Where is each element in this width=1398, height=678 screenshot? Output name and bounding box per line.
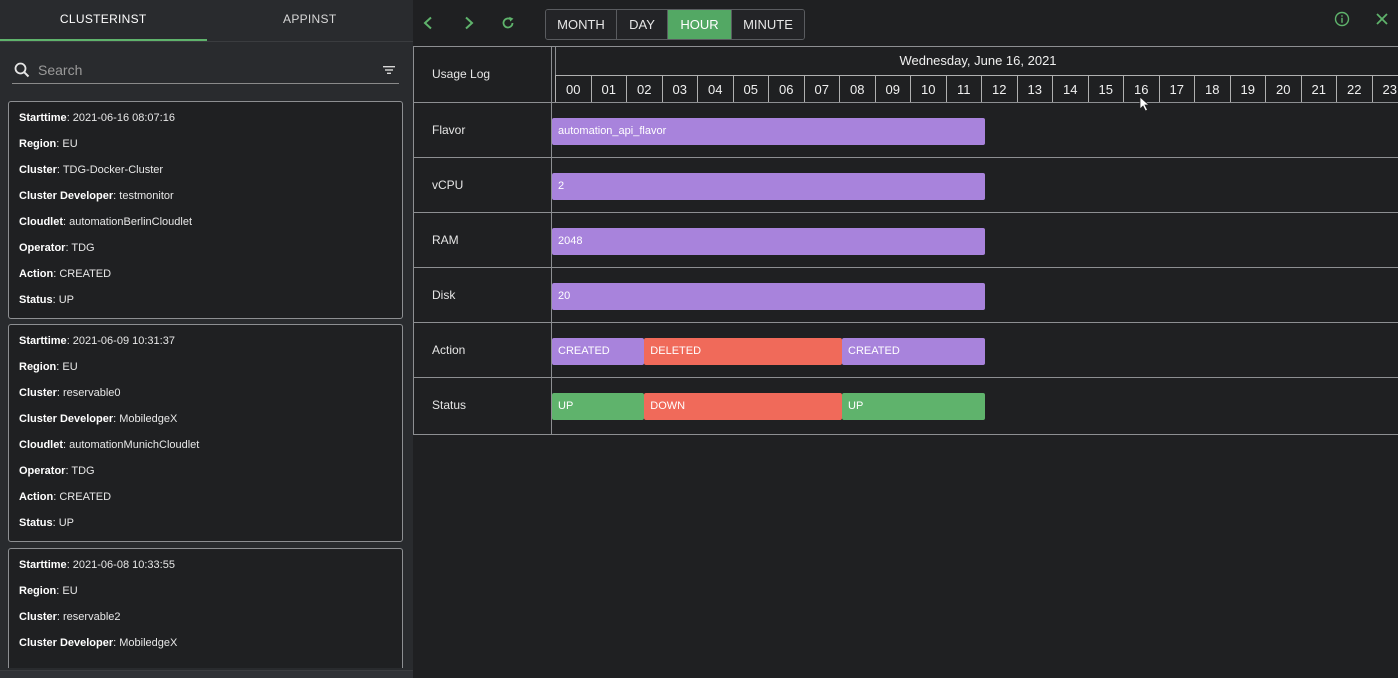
hour-label: 11 [945,75,981,102]
refresh-icon [501,16,515,33]
usage-log-label: Usage Log [432,67,491,81]
card-row: Status: UP [19,294,75,306]
usage-timeline: Usage Log Wednesday, June 16, 2021 00 01 0… [413,46,1398,435]
hour-label: 02 [626,75,662,102]
card-row: Operator: TDG [19,465,95,477]
card-row: Action: CREATED [19,491,112,503]
hour-label: 19 [1229,75,1265,102]
timeline-bar[interactable]: CREATED [552,338,645,365]
search-icon [12,60,32,80]
timeline-bar[interactable]: DOWN [644,393,843,420]
card-row: Cluster Developer: testmonitor [19,190,174,202]
mouse-cursor-icon [1139,96,1151,112]
hour-label: 22 [1336,75,1372,102]
card-row: Region: EU [19,361,78,373]
hour-label: 18 [1194,75,1230,102]
tab-clusterinst[interactable]: CLUSTERINST [0,0,207,41]
card-row: Cluster: reservable2 [19,611,121,623]
search-bar [12,57,399,84]
range-month-button[interactable]: MONTH [546,10,617,39]
range-day-button[interactable]: DAY [617,10,668,39]
hour-label: 17 [1158,75,1194,102]
hour-label: 23 [1371,75,1398,102]
card-row: Cluster Developer: MobiledgeX [19,637,178,649]
chevron-right-icon [463,16,475,33]
timeline-bar[interactable]: UP [552,393,645,420]
refresh-button[interactable] [496,12,520,36]
timeline-bar[interactable]: automation_api_flavor [552,118,986,145]
info-icon [1334,11,1350,30]
hour-label: 10 [910,75,946,102]
timeline-date: Wednesday, June 16, 2021 [555,47,1398,75]
timeline-bar[interactable]: UP [842,393,986,420]
hour-label: 15 [1087,75,1123,102]
card-row: Starttime: 2021-06-08 10:33:55 [19,559,175,571]
range-minute-button[interactable]: MINUTE [732,10,804,39]
card-row: Status: UP [19,517,75,529]
range-hour-button[interactable]: HOUR [668,10,732,39]
timeline-row-action: Action CREATED DELETED CREATED [414,323,1398,378]
search-input[interactable] [38,58,381,82]
card-row: Operator: TDG [19,242,95,254]
hour-label: 20 [1265,75,1301,102]
range-selector: MONTH DAY HOUR MINUTE [545,9,805,40]
info-button[interactable] [1333,11,1351,29]
hour-scale: 00 01 02 03 04 05 06 07 08 09 10 11 12 13 14 15 16 17 18 19… [555,75,1398,102]
hour-label: 09 [874,75,910,102]
timeline-bar[interactable]: DELETED [644,338,843,365]
hour-label: 12 [981,75,1017,102]
card-row: Starttime: 2021-06-16 08:07:16 [19,112,175,124]
timeline-row-disk: Disk 20 [414,268,1398,323]
tab-bar: CLUSTERINST APPINST [0,0,413,42]
card-row: Cluster: TDG-Docker-Cluster [19,164,164,176]
event-card[interactable]: Starttime: 2021-06-16 08:07:16 Region: E… [8,101,403,319]
card-row: Cloudlet: automationMunichCloudlet [19,439,200,451]
panel-footer [0,670,413,678]
hour-label: 21 [1300,75,1336,102]
prev-button[interactable] [416,12,440,36]
timeline-row-label: Action [432,343,466,357]
timeline-row-label: Status [432,398,467,412]
filter-icon[interactable] [381,62,397,78]
card-row: Cloudlet: automationBerlinCloudlet [19,216,193,228]
card-row: Cluster Developer: MobiledgeX [19,413,178,425]
hour-label: 00 [555,75,591,102]
hour-label: 03 [661,75,697,102]
card-row: Starttime: 2021-06-09 10:31:37 [19,335,175,347]
left-panel: CLUSTERINST APPINST Starttime: 2021-06-1… [0,0,413,678]
hour-label: 07 [803,75,839,102]
hour-label: 08 [839,75,875,102]
timeline-bar[interactable]: 2048 [552,228,986,255]
timeline-bar[interactable]: CREATED [842,338,986,365]
chevron-left-icon [422,16,434,33]
hour-label: 04 [697,75,733,102]
timeline-bar[interactable]: 2 [552,173,986,200]
card-row: Region: EU [19,138,78,150]
card-row: Region: EU [19,585,78,597]
card-row: Cluster: reservable0 [19,387,121,399]
card-row: Action: CREATED [19,268,112,280]
tab-appinst[interactable]: APPINST [207,0,414,41]
timeline-row-label: Disk [432,288,456,302]
timeline-row-ram: RAM 2048 [414,213,1398,268]
close-button[interactable] [1373,11,1391,29]
timeline-row-flavor: Flavor automation_api_flavor [414,103,1398,158]
event-card[interactable]: Starttime: 2021-06-08 10:33:55 Region: E… [8,548,403,668]
timeline-bar[interactable]: 20 [552,283,986,310]
next-button[interactable] [457,12,481,36]
hour-label: 06 [768,75,804,102]
timeline-row-status: Status UP DOWN UP [414,378,1398,433]
timeline-header: Usage Log Wednesday, June 16, 2021 00 01 0… [414,47,1398,103]
event-card[interactable]: Starttime: 2021-06-09 10:31:37 Region: E… [8,324,403,542]
timeline-row-label: vCPU [432,178,464,192]
hour-label: 05 [732,75,768,102]
hour-label: 14 [1052,75,1088,102]
timeline-row-label: RAM [432,233,459,247]
toolbar: MONTH DAY HOUR MINUTE [413,0,1398,46]
timeline-row-vcpu: vCPU 2 [414,158,1398,213]
hour-label: 13 [1016,75,1052,102]
close-icon [1375,12,1389,29]
timeline-row-label: Flavor [432,123,466,137]
hour-label: 01 [590,75,626,102]
